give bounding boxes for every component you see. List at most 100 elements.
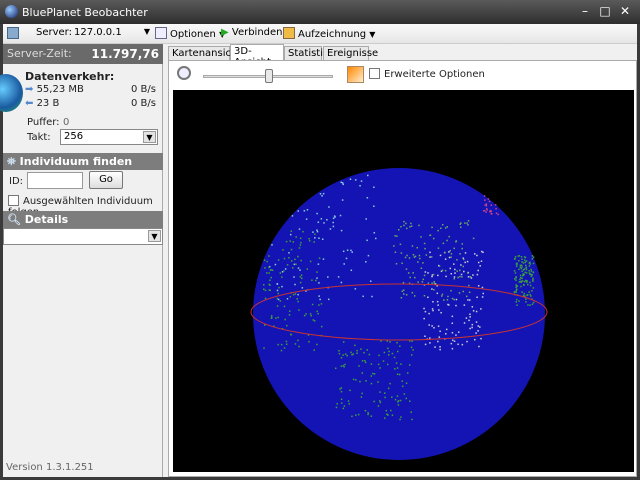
individual-dot (386, 363, 389, 366)
maximize-button[interactable]: □ (598, 4, 612, 18)
individual-dot (339, 388, 341, 390)
globe-canvas[interactable] (173, 90, 634, 472)
individual-dot (485, 208, 488, 210)
tick-select[interactable]: 256 ▼ (60, 129, 158, 145)
individual-dot (529, 281, 531, 284)
individual-dot (316, 230, 319, 233)
individual-dot (396, 341, 398, 344)
individual-dot (410, 354, 413, 356)
individual-dot (521, 270, 523, 273)
individual-dot (462, 290, 465, 293)
individual-dot (294, 258, 296, 261)
individual-dot (340, 390, 343, 393)
individual-dot (316, 310, 318, 313)
tab-statistics[interactable]: Statistik (284, 46, 329, 60)
individual-dot (520, 276, 522, 279)
details-select[interactable]: ▼ (3, 228, 163, 245)
individual-dot (532, 271, 534, 273)
individual-dot (446, 226, 449, 228)
options-menu[interactable]: Optionen ▼ (155, 27, 225, 40)
id-input[interactable] (27, 172, 83, 189)
individual-dot (288, 310, 291, 312)
individual-dot (371, 295, 373, 298)
app-icon (5, 5, 18, 18)
individual-dot (276, 283, 278, 285)
individual-dot (298, 247, 301, 249)
individual-dot (480, 250, 483, 253)
individual-dot (323, 222, 325, 224)
individual-dot (399, 345, 401, 347)
individual-dot (469, 316, 471, 318)
individual-dot (424, 271, 427, 273)
individual-dot (419, 257, 421, 260)
individual-dot (478, 345, 480, 348)
play-icon: ▶ (221, 27, 232, 38)
individual-dot (490, 204, 493, 206)
tab-3d[interactable]: 3D-Ansicht (230, 44, 284, 68)
individual-dot (461, 343, 464, 346)
individual-dot (317, 221, 320, 224)
title-bar: BluePlanet Beobachter – □ ✕ (0, 0, 640, 24)
globe-render[interactable] (173, 90, 634, 472)
individual-dot (318, 295, 320, 297)
individual-dot (402, 281, 405, 284)
individual-dot (448, 235, 450, 238)
individual-dot (424, 247, 426, 250)
individual-dot (315, 279, 317, 282)
individual-dot (360, 396, 363, 398)
connect-button[interactable]: ▶ Verbinden (221, 27, 283, 38)
individual-dot (334, 367, 337, 370)
individual-dot (373, 373, 376, 375)
record-menu[interactable]: Aufzeichnung ▼ (283, 27, 375, 40)
individual-dot (430, 256, 433, 258)
individual-dot (412, 253, 415, 256)
close-button[interactable]: ✕ (618, 4, 632, 18)
download-row: ⬅ 23 B (25, 98, 59, 109)
individual-dot (461, 276, 463, 278)
slider-thumb[interactable] (265, 69, 273, 83)
individual-dot (532, 280, 534, 282)
individual-dot (524, 271, 526, 274)
individual-dot (357, 413, 360, 416)
individual-dot (309, 260, 312, 263)
individual-dot (480, 308, 482, 310)
zoom-slider[interactable] (203, 69, 333, 83)
individual-dot (340, 398, 343, 401)
individual-dot (528, 291, 530, 293)
individual-dot (488, 200, 491, 203)
individual-dot (274, 263, 277, 266)
server-combobox[interactable]: 127.0.0.1 ▼ (74, 27, 150, 38)
individual-dot (520, 281, 523, 284)
individual-dot (361, 392, 363, 395)
minimize-button[interactable]: – (578, 4, 592, 18)
individual-dot (475, 332, 477, 334)
tab-map[interactable]: Kartenansicht (168, 46, 241, 60)
individual-dot (396, 395, 399, 397)
individual-dot (409, 400, 411, 402)
individual-dot (291, 267, 294, 269)
individual-dot (423, 307, 425, 310)
individual-dot (473, 253, 476, 255)
individual-dot (365, 380, 367, 382)
individual-dot (393, 245, 395, 247)
individual-dot (332, 221, 334, 224)
individual-dot (454, 272, 456, 274)
individual-dot (457, 276, 459, 279)
individual-dot (468, 284, 470, 287)
individual-dot (275, 317, 277, 319)
individual-dot (461, 243, 464, 245)
individual-dot (367, 174, 369, 177)
recv-total: 23 B (36, 98, 60, 109)
individual-dot (363, 351, 365, 354)
individual-dot (365, 218, 367, 220)
connect-label: Verbinden (231, 27, 283, 38)
go-button[interactable]: Go (89, 171, 123, 189)
advanced-options-checkbox[interactable]: Erweiterte Optionen (369, 68, 485, 80)
individual-dot (450, 272, 453, 275)
render-mode-button[interactable] (347, 66, 364, 83)
individual-dot (389, 382, 391, 385)
tab-events[interactable]: Ereignisse (323, 46, 378, 60)
individual-dot (299, 244, 302, 246)
individual-dot (300, 274, 303, 276)
individual-dot (412, 272, 414, 274)
